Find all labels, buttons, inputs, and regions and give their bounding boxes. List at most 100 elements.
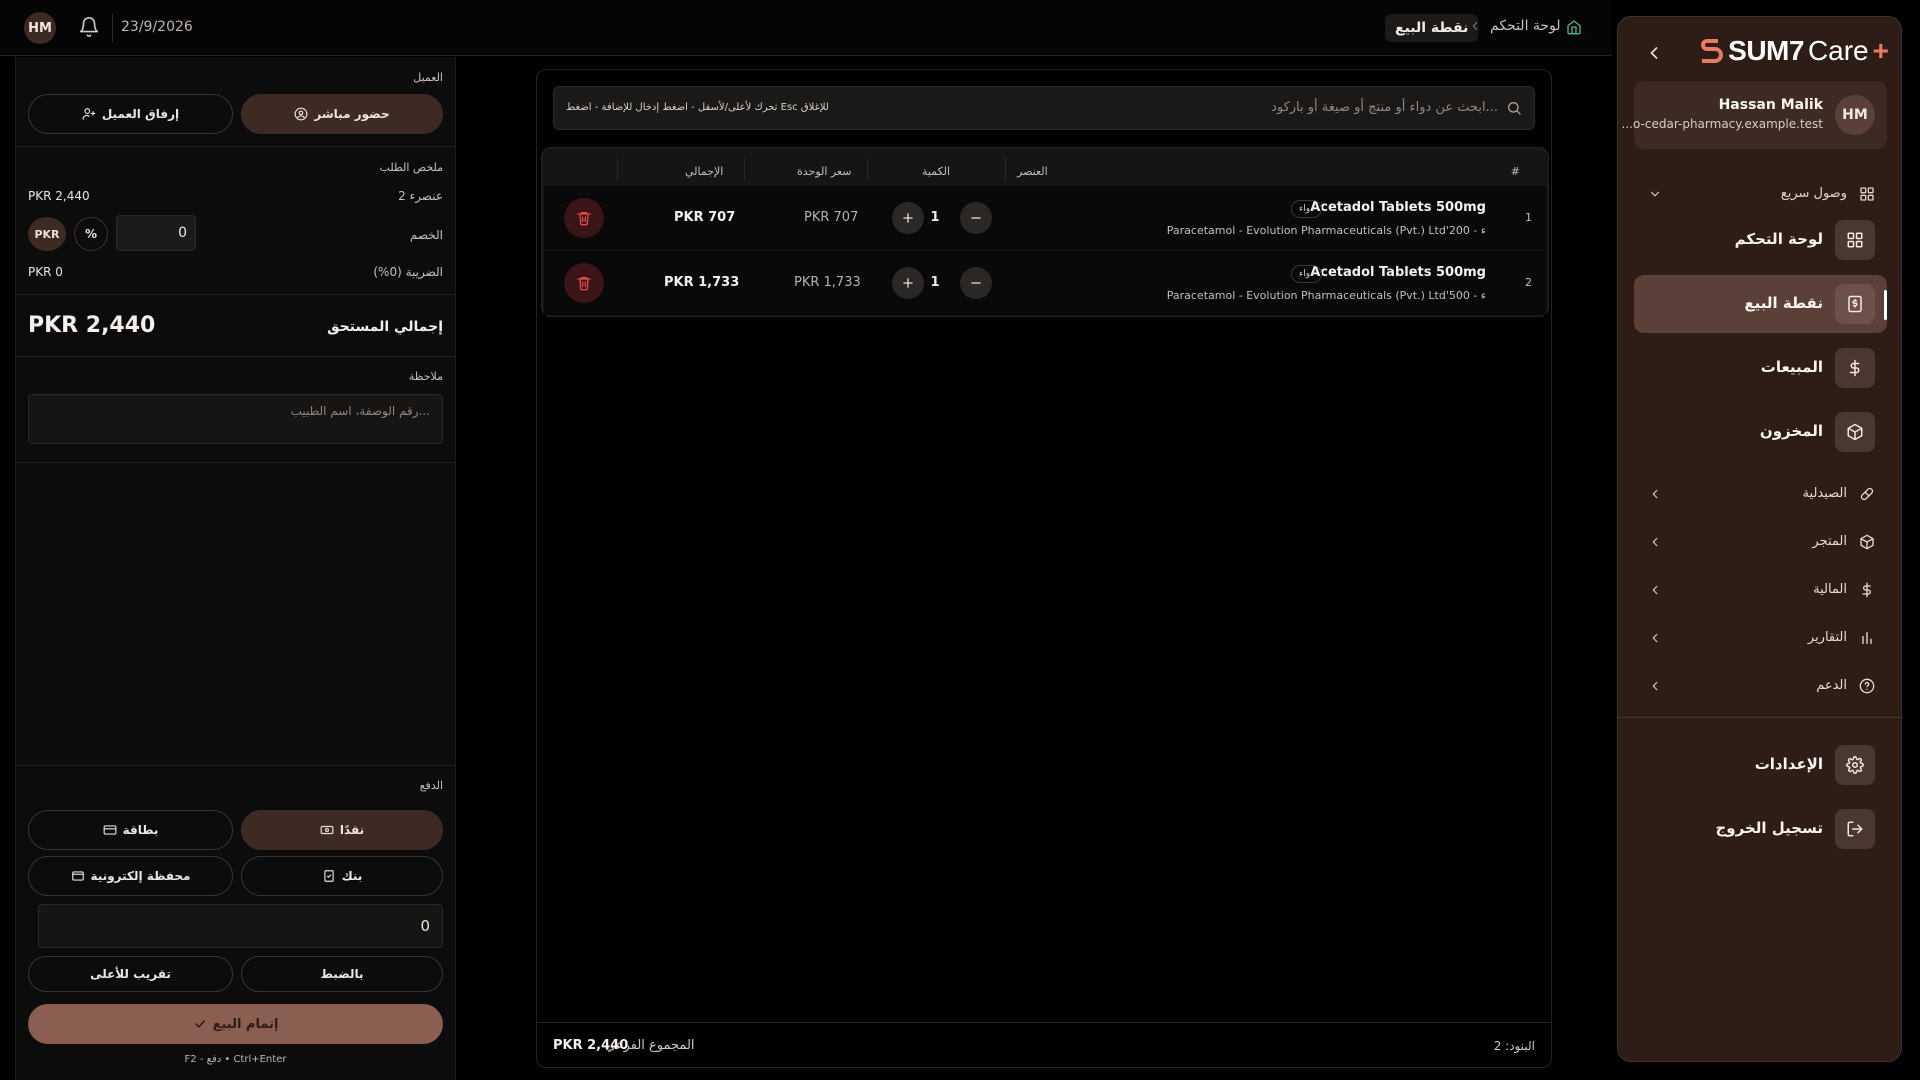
divider xyxy=(1618,717,1901,718)
divider xyxy=(16,294,455,295)
date-label: 23/9/2026 xyxy=(121,19,193,35)
walk-in-button[interactable]: حضور مباشر xyxy=(241,94,443,134)
attach-customer-button[interactable]: إرفاق العميل xyxy=(28,94,233,134)
cart-table: # العنصر الكمية سعر الوحدة الإجمالي 1 Ac… xyxy=(541,147,1549,317)
dollar-icon xyxy=(1835,348,1875,388)
search-hint: تحرك لأعلى/لأسفل - اضغط إدخال للإضافة - … xyxy=(566,102,829,113)
pay-cash-button[interactable]: نقدًا xyxy=(241,810,443,850)
credit-card-icon xyxy=(103,823,117,837)
sidebar-item-logout[interactable]: تسجيل الخروج xyxy=(1634,800,1887,858)
row-index: 2 xyxy=(1525,276,1532,289)
breadcrumb-home[interactable]: لوحة التحكم xyxy=(1490,18,1561,34)
home-icon[interactable] xyxy=(1566,19,1582,35)
complete-sale-button[interactable]: إتمام البيع xyxy=(28,1004,443,1044)
column-separator xyxy=(744,158,745,180)
line-total: PKR 707 xyxy=(674,210,736,225)
tax-value: PKR 0 xyxy=(28,265,63,279)
item-type-tag: دواء xyxy=(1291,200,1323,218)
pay-bank-label: بنك xyxy=(341,869,363,883)
customer-title: العميل xyxy=(413,71,443,84)
column-header-index: # xyxy=(1510,165,1520,178)
search-input[interactable]: ابحث عن دواء أو منتج أو صيغة أو باركود..… xyxy=(553,86,1535,130)
divider xyxy=(16,356,455,357)
exact-amount-label: بالضبط xyxy=(320,967,364,981)
sidebar-item-sales[interactable]: المبيعات xyxy=(1634,339,1887,397)
sidebar: SUM7 Care + HM Hassan Malik ...o-cedar-ph… xyxy=(1617,16,1902,1062)
note-input[interactable]: رقم الوصفة، اسم الطبيب... xyxy=(28,394,443,444)
amount-input[interactable]: 0 xyxy=(38,904,443,948)
sidebar-item-label: الإعدادات xyxy=(1754,755,1823,773)
sidebar-group-support[interactable]: الدعم xyxy=(1634,673,1887,699)
divider xyxy=(16,765,455,766)
bell-icon[interactable] xyxy=(78,16,100,38)
decrease-qty-button[interactable] xyxy=(960,202,992,234)
discount-input[interactable]: 0 xyxy=(116,215,196,251)
tax-label: الضريبة (0%) xyxy=(373,265,443,279)
user-plus-icon xyxy=(82,107,96,121)
pay-card-button[interactable]: بطاقة xyxy=(28,810,233,850)
breadcrumb-current: نقطة البيع xyxy=(1385,14,1479,42)
tax-row: الضريبة (0%) PKR 0 xyxy=(28,265,443,283)
avatar[interactable]: HM xyxy=(24,12,56,44)
item-details: Paracetamol - Evolution Pharmaceuticals … xyxy=(1166,289,1486,302)
chevron-down-icon xyxy=(1648,187,1662,201)
sidebar-group-label: المالية xyxy=(1813,582,1847,597)
minus-icon xyxy=(971,217,981,219)
avatar: HM xyxy=(1835,95,1875,135)
logo-brand: SUM7 xyxy=(1728,35,1804,66)
box-icon xyxy=(1835,412,1875,452)
sidebar-item-label: لوحة التحكم xyxy=(1734,230,1823,248)
chevron-left-icon xyxy=(1468,19,1482,33)
round-up-button[interactable]: تقريب للأعلى xyxy=(28,956,233,992)
chevron-left-icon xyxy=(1648,679,1662,693)
quick-access-toggle[interactable]: وصول سريع xyxy=(1634,183,1887,207)
sidebar-item-settings[interactable]: الإعدادات xyxy=(1634,736,1887,794)
discount-currency-toggle[interactable]: PKR xyxy=(28,217,66,251)
user-circle-icon xyxy=(294,107,308,121)
minus-icon xyxy=(971,282,981,284)
divider xyxy=(16,146,455,147)
sidebar-group-label: الدعم xyxy=(1816,678,1847,693)
discount-percent-toggle[interactable]: % xyxy=(74,217,108,251)
items-total: PKR 2,440 xyxy=(28,189,90,203)
top-bar: HM 23/9/2026 نقطة البيع لوحة التحكم xyxy=(0,0,1612,56)
decrease-qty-button[interactable] xyxy=(960,267,992,299)
sidebar-group-store[interactable]: المتجر xyxy=(1634,529,1887,555)
wallet-icon xyxy=(71,869,85,883)
exact-amount-button[interactable]: بالضبط xyxy=(241,956,443,992)
table-row[interactable]: 2 Acetadol Tablets 500mg دواء Paracetamo… xyxy=(544,251,1546,315)
sidebar-group-finance[interactable]: المالية xyxy=(1634,577,1887,603)
table-row[interactable]: 1 Acetadol Tablets 500mg دواء Paracetamo… xyxy=(544,186,1546,250)
sidebar-group-reports[interactable]: التقارير xyxy=(1634,625,1887,651)
sidebar-item-inventory[interactable]: المخزون xyxy=(1634,403,1887,461)
column-header-unit-price: سعر الوحدة xyxy=(797,165,852,178)
chevron-left-icon xyxy=(1648,583,1662,597)
pill-icon xyxy=(1859,486,1875,502)
cart-panel: ابحث عن دواء أو منتج أو صيغة أو باركود..… xyxy=(536,69,1552,1068)
user-card[interactable]: HM Hassan Malik ...o-cedar-pharmacy.exam… xyxy=(1622,81,1887,149)
column-header-qty: الكمية xyxy=(922,165,951,178)
delete-item-button[interactable] xyxy=(564,263,604,303)
unit-price: PKR 1,733 xyxy=(794,275,861,290)
sidebar-group-pharmacy[interactable]: الصيدلية xyxy=(1634,481,1887,507)
divider xyxy=(16,462,455,463)
pay-wallet-button[interactable]: محفظة إلكترونية xyxy=(28,856,233,896)
increase-qty-button[interactable] xyxy=(892,267,924,299)
sidebar-item-pos[interactable]: نقطة البيع xyxy=(1634,275,1887,333)
pos-icon xyxy=(1835,284,1875,324)
sidebar-item-label: المخزون xyxy=(1759,422,1823,440)
pay-bank-button[interactable]: بنك xyxy=(241,856,443,896)
trash-icon xyxy=(577,277,591,291)
chevron-left-icon[interactable] xyxy=(1644,43,1664,63)
plus-icon xyxy=(903,213,913,223)
bank-icon xyxy=(322,869,336,883)
items-count-label: 2 عنصرء xyxy=(398,189,443,203)
plus-icon xyxy=(903,278,913,288)
increase-qty-button[interactable] xyxy=(892,202,924,234)
note-title: ملاحظة xyxy=(408,370,443,383)
cash-icon xyxy=(320,823,334,837)
help-icon xyxy=(1859,678,1875,694)
delete-item-button[interactable] xyxy=(564,198,604,238)
sidebar-item-dashboard[interactable]: لوحة التحكم xyxy=(1634,211,1887,269)
item-name: Acetadol Tablets 500mg xyxy=(1310,265,1486,280)
